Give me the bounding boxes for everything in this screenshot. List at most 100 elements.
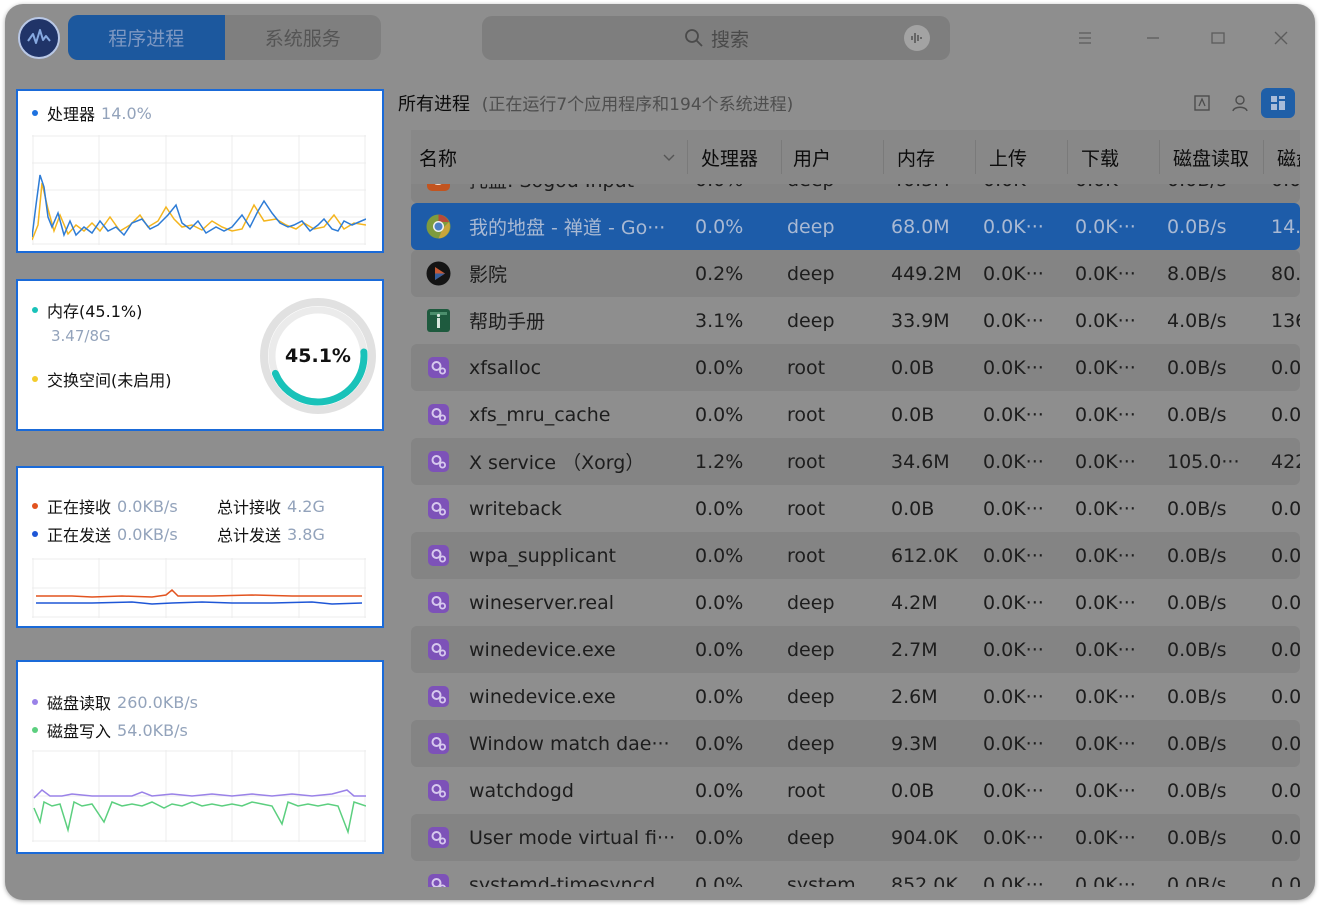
- table-row[interactable]: xfs_mru_cache 0.0% root 0.0B 0.0K··· 0.0K··· 0…: [411, 391, 1300, 438]
- table-row[interactable]: 影院 0.2% deep 449.2M 0.0K··· 0.0K··· 8.0B/s 80.: [411, 250, 1300, 297]
- cell-down: 0.0K: [1075, 184, 1161, 203]
- cell-name: Window match dae···: [469, 732, 670, 755]
- column-header-disk-read[interactable]: 磁盘读取: [1173, 130, 1249, 184]
- voice-input-icon[interactable]: [904, 25, 930, 51]
- cell-up: 0.0K···: [983, 779, 1044, 802]
- tab-services[interactable]: 系统服务: [225, 15, 382, 60]
- sending-value: 0.0KB/s: [117, 524, 178, 544]
- table-row[interactable]: wpa_supplicant 0.0% root 612.0K 0.0K··· 0.0K·…: [411, 532, 1300, 579]
- column-header-name[interactable]: 名称: [419, 130, 457, 184]
- table-row[interactable]: xfsalloc 0.0% root 0.0B 0.0K··· 0.0K··· 0.0B/s…: [411, 344, 1300, 391]
- table-row[interactable]: S 托盘: Sogou Input 0.0% deep 40.5M 0.0K 0.0K 0.0…: [411, 184, 1300, 203]
- disk-read-label: 磁盘读取: [47, 694, 112, 713]
- cell-up: 0.0K···: [983, 450, 1044, 473]
- sending-legend-dot: [32, 531, 38, 537]
- network-chart: [32, 558, 366, 618]
- column-header-memory[interactable]: 内存: [897, 130, 935, 184]
- app-processes-filter-button[interactable]: [1185, 88, 1219, 118]
- cpu-series-yellow: [32, 182, 366, 241]
- cell-disk-write: 0.0: [1271, 591, 1300, 614]
- maximize-button[interactable]: [1200, 21, 1236, 55]
- cell-up: 0.0K···: [983, 638, 1044, 661]
- column-header-download[interactable]: 下载: [1081, 130, 1119, 184]
- disk-write-label: 磁盘写入: [47, 722, 112, 741]
- memory-detail: 3.47/8G: [51, 327, 111, 345]
- column-header-cpu[interactable]: 处理器: [701, 130, 758, 184]
- table-row[interactable]: watchdogd 0.0% root 0.0B 0.0K··· 0.0K··· 0.0B/…: [411, 767, 1300, 814]
- cell-disk-read: 0.0B/s: [1167, 685, 1227, 708]
- table-row[interactable]: 帮助手册 3.1% deep 33.9M 0.0K··· 0.0K··· 4.0B/s 136: [411, 297, 1300, 344]
- cpu-chart: [32, 135, 366, 245]
- process-icon: [425, 683, 452, 710]
- table-row[interactable]: Window match dae··· 0.0% deep 9.3M 0.0K··· 0.…: [411, 720, 1300, 767]
- cell-cpu: 0.0%: [695, 685, 744, 708]
- cell-name: winedevice.exe: [469, 638, 616, 661]
- table-row[interactable]: wineserver.real 0.0% deep 4.2M 0.0K··· 0.0K··…: [411, 579, 1300, 626]
- minimize-button[interactable]: [1135, 21, 1171, 55]
- network-send-series: [36, 601, 363, 605]
- column-header-disk-write[interactable]: 磁盘: [1277, 130, 1300, 184]
- cell-mem: 40.5M: [891, 184, 977, 203]
- column-header-upload[interactable]: 上传: [989, 130, 1027, 184]
- cell-user: root: [787, 356, 826, 379]
- cell-disk-read: 0.0B/s: [1167, 779, 1227, 802]
- svg-text:S: S: [434, 184, 443, 189]
- cell-mem: 852.0K: [891, 873, 958, 888]
- sort-chevron-down-icon[interactable]: [663, 154, 675, 162]
- receiving-legend-dot: [32, 503, 38, 509]
- process-icon: [425, 354, 452, 381]
- cell-disk-write: 0.0: [1271, 356, 1300, 379]
- cell-name: wineserver.real: [469, 591, 614, 614]
- cell-disk-write: 14.: [1271, 215, 1300, 238]
- system-monitor-window: 程序进程 系统服务 搜索 处理器 14.0% 内存(45.1%) 3.47/8G…: [5, 4, 1315, 900]
- tab-processes[interactable]: 程序进程: [68, 15, 225, 60]
- table-row[interactable]: systemd-timesyncd 0.0% system 852.0K 0.0K···…: [411, 861, 1300, 887]
- close-icon: [1274, 31, 1288, 45]
- cell-mem: 612.0K: [891, 544, 958, 567]
- search-placeholder: 搜索: [711, 28, 750, 51]
- cell-disk-read: 0.0B/s: [1167, 732, 1227, 755]
- cell-disk-read: 0.0B/s: [1167, 873, 1227, 888]
- cell-user: root: [787, 497, 826, 520]
- cell-down: 0.0K···: [1075, 779, 1136, 802]
- table-row[interactable]: X service （Xorg） 1.2% root 34.6M 0.0K··· 0.0K…: [411, 438, 1300, 485]
- cell-cpu: 0.0%: [695, 356, 744, 379]
- menu-button[interactable]: [1067, 21, 1103, 55]
- manual-icon: [425, 307, 452, 334]
- search-input[interactable]: 搜索: [482, 16, 950, 60]
- cell-disk-write: 0.0: [1271, 826, 1300, 849]
- cell-down: 0.0K···: [1075, 685, 1136, 708]
- app-logo-icon: [18, 17, 60, 59]
- cell-name: 我的地盘 - 禅道 - Go···: [469, 217, 666, 239]
- process-icon: [425, 542, 452, 569]
- table-row[interactable]: winedevice.exe 0.0% deep 2.7M 0.0K··· 0.0K···…: [411, 626, 1300, 673]
- cell-disk-read: 4.0B/s: [1167, 309, 1227, 332]
- cell-cpu: 1.2%: [695, 450, 744, 473]
- disk-panel[interactable]: 磁盘读取 260.0KB/s 磁盘写入 54.0KB/s: [16, 660, 384, 854]
- menu-icon: [1079, 32, 1091, 44]
- cpu-value: 14.0%: [101, 103, 152, 123]
- cell-name: watchdogd: [469, 779, 574, 802]
- cell-mem: 0.0B: [891, 356, 935, 379]
- process-list-header: 所有进程 (正在运行7个应用程序和194个系统进程): [398, 90, 793, 116]
- cell-up: 0.0K···: [983, 215, 1044, 238]
- cell-up: 0.0K···: [983, 591, 1044, 614]
- cell-up: 0.0K···: [983, 544, 1044, 567]
- search-icon: [685, 29, 703, 47]
- network-panel[interactable]: 正在接收 0.0KB/s 总计接收 4.2G 正在发送 0.0KB/s 总计发送…: [16, 466, 384, 628]
- table-row[interactable]: User mode virtual fi··· 0.0% deep 904.0K 0.0…: [411, 814, 1300, 861]
- all-processes-filter-button[interactable]: [1261, 88, 1295, 118]
- close-button[interactable]: [1263, 21, 1299, 55]
- table-row[interactable]: writeback 0.0% root 0.0B 0.0K··· 0.0K··· 0.0B/…: [411, 485, 1300, 532]
- cell-name: 帮助手册: [469, 311, 546, 333]
- total-sent-label: 总计发送: [217, 526, 282, 545]
- table-row-selected[interactable]: 我的地盘 - 禅道 - Go··· 0.0% deep 68.0M 0.0K··· 0.0…: [411, 203, 1300, 250]
- cell-cpu: 3.1%: [695, 309, 744, 332]
- my-processes-filter-button[interactable]: [1223, 88, 1257, 118]
- cell-cpu: 0.0%: [695, 732, 744, 755]
- table-row[interactable]: winedevice.exe 0.0% deep 2.6M 0.0K··· 0.0K···…: [411, 673, 1300, 720]
- column-header-user[interactable]: 用户: [793, 130, 831, 184]
- cell-down: 0.0K···: [1075, 450, 1136, 473]
- memory-panel[interactable]: 内存(45.1%) 3.47/8G 交换空间(未启用) 45.1%: [16, 279, 384, 431]
- cpu-panel[interactable]: 处理器 14.0%: [16, 89, 384, 253]
